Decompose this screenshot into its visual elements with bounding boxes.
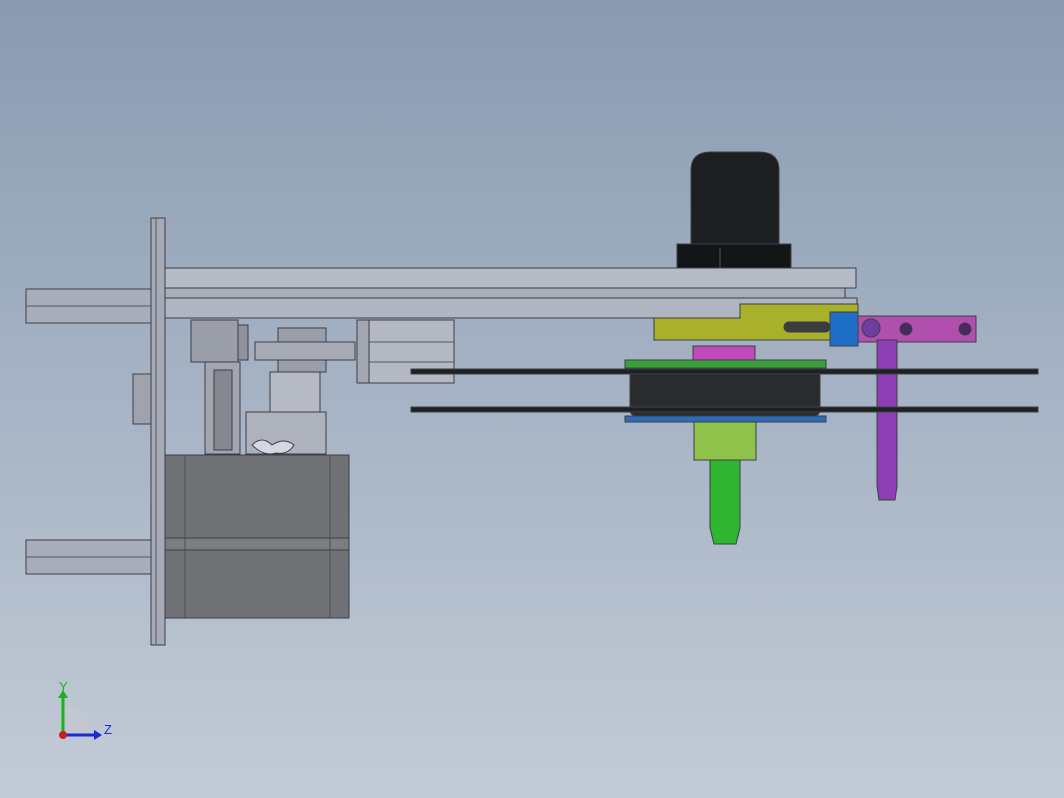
coordinate-triad: Y Z <box>58 679 112 740</box>
stepper-motor-lower[interactable] <box>164 549 350 619</box>
clamp-screw-3[interactable] <box>958 322 972 336</box>
purple-pin[interactable] <box>876 339 898 501</box>
triad-arc <box>63 705 93 735</box>
y-axis-label: Y <box>59 679 68 694</box>
mechanism-block-1[interactable] <box>190 319 239 363</box>
z-axis-label: Z <box>104 722 112 737</box>
x-axis-dot <box>59 731 67 739</box>
arm-lower-rail[interactable] <box>164 287 846 299</box>
pulley-blue-flange[interactable] <box>624 415 827 423</box>
small-block-left[interactable] <box>132 373 152 425</box>
belt-upper[interactable] <box>410 368 1039 375</box>
mechanism-shaft-1[interactable] <box>237 324 249 361</box>
cad-viewport[interactable]: Y Z <box>0 0 1064 798</box>
clamp-screw-2[interactable] <box>899 322 913 336</box>
top-motor-cap[interactable] <box>690 151 780 245</box>
cad-model-assembly[interactable] <box>25 151 1039 646</box>
pulley-green-flange[interactable] <box>624 359 827 369</box>
stepper-motor-upper[interactable] <box>164 454 350 540</box>
clamp-screw-1[interactable] <box>861 318 881 338</box>
main-horizontal-arm[interactable] <box>164 267 857 289</box>
z-axis-arrow <box>94 730 102 740</box>
vertical-mounting-plate[interactable] <box>150 217 166 646</box>
top-motor-base[interactable] <box>676 243 792 269</box>
mechanism-bolt[interactable] <box>213 369 233 451</box>
blue-block[interactable] <box>829 311 859 347</box>
belt-lower[interactable] <box>410 406 1039 413</box>
magenta-nut[interactable] <box>692 345 756 361</box>
mechanism-bracket[interactable] <box>269 371 321 413</box>
bracket-rod[interactable] <box>783 321 831 333</box>
mechanism-shaft-2[interactable] <box>254 341 356 361</box>
green-collar[interactable] <box>693 421 757 461</box>
green-nozzle[interactable] <box>709 459 741 545</box>
